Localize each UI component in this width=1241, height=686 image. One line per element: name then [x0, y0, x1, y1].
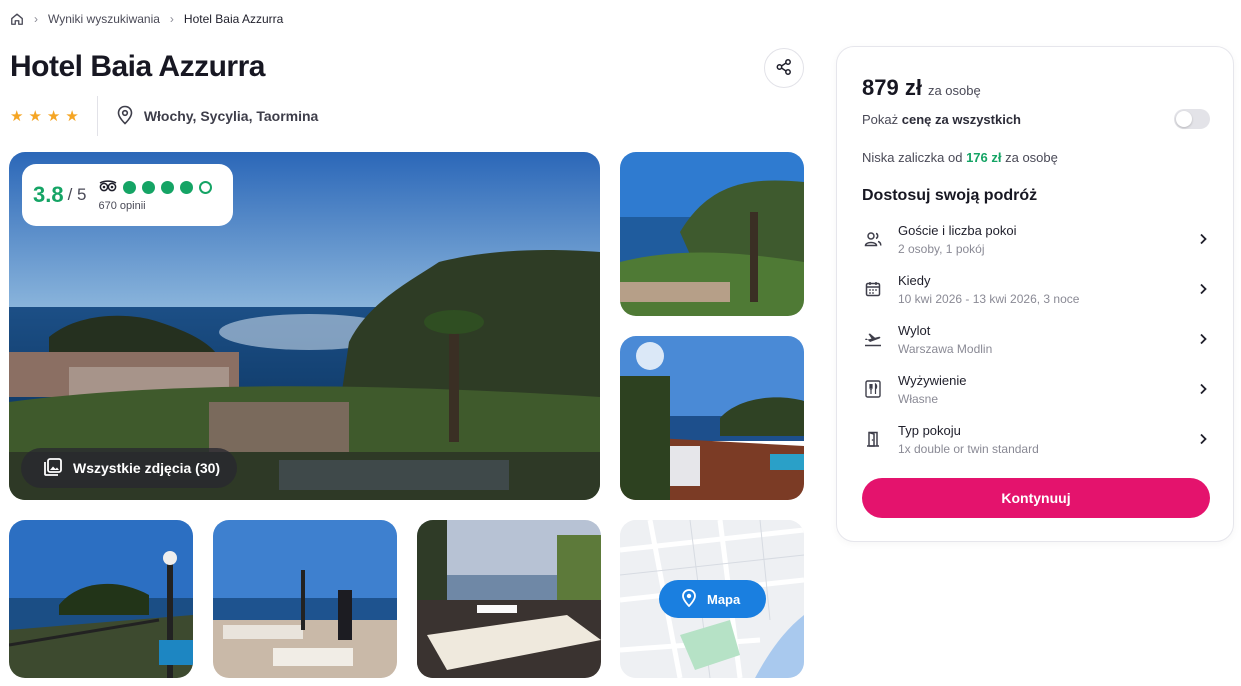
calendar-icon	[862, 281, 884, 297]
option-guests[interactable]: Goście i liczba pokoi 2 osoby, 1 pokój	[862, 219, 1210, 259]
breadcrumb: › Wyniki wyszukiwania › Hotel Baia Azzur…	[10, 10, 283, 28]
map-label: Mapa	[707, 591, 741, 607]
gallery-icon	[43, 457, 63, 480]
chevron-right-icon	[1196, 383, 1210, 395]
hotel-meta: ★ ★ ★ ★ Włochy, Sycylia, Taormina	[10, 96, 318, 136]
star-icon: ★	[28, 107, 42, 125]
option-departure[interactable]: Wylot Warszawa Modlin	[862, 319, 1210, 359]
breadcrumb-current: Hotel Baia Azzurra	[183, 12, 284, 26]
share-icon	[775, 58, 793, 79]
guests-icon	[862, 231, 884, 247]
rating-max: / 5	[67, 185, 87, 204]
rating-score: 3.8	[33, 182, 64, 207]
breadcrumb-search-results[interactable]: Wyniki wyszukiwania	[48, 12, 160, 26]
chevron-right-icon	[1196, 333, 1210, 345]
deposit-info: Niska zaliczka od 176 zł za osobę	[862, 150, 1058, 165]
star-icon: ★	[46, 107, 61, 125]
option-room-type[interactable]: Typ pokoju 1x double or twin standard	[862, 419, 1210, 459]
rating-bubble	[179, 181, 193, 194]
home-icon[interactable]	[10, 12, 24, 26]
gallery-photo-5[interactable]	[213, 520, 397, 678]
page-title: Hotel Baia Azzurra	[10, 50, 265, 83]
cutlery-icon	[862, 380, 884, 398]
gallery-photo-4[interactable]	[9, 520, 193, 678]
reviews-count[interactable]: 670 opinii	[99, 200, 212, 212]
price-unit: za osobę	[927, 83, 981, 98]
gallery-photo-2[interactable]	[620, 152, 804, 316]
chevron-right-icon	[1196, 283, 1210, 295]
star-rating: ★ ★ ★ ★	[10, 96, 98, 136]
door-icon	[862, 431, 884, 447]
location-pin-icon	[116, 105, 134, 128]
total-price-toggle-row: Pokaż cenę za wszystkich	[862, 109, 1210, 129]
price-amount: 879 zł	[862, 75, 922, 100]
map-pin-icon	[681, 588, 697, 610]
chevron-right-icon	[1196, 433, 1210, 445]
location-text: Włochy, Sycylia, Taormina	[143, 108, 319, 124]
star-icon: ★	[65, 107, 79, 125]
hotel-location: Włochy, Sycylia, Taormina	[98, 105, 319, 128]
all-photos-button[interactable]: Wszystkie zdjęcia (30)	[21, 448, 237, 488]
deposit-amount: 176 zł	[966, 150, 1002, 165]
toggle-label: Pokaż cenę za wszystkich	[862, 111, 1021, 127]
total-price-toggle[interactable]	[1174, 109, 1210, 129]
all-photos-label: Wszystkie zdjęcia (30)	[73, 460, 221, 476]
option-meals[interactable]: Wyżywienie Własne	[862, 369, 1210, 409]
plane-icon	[862, 331, 884, 347]
chevron-right-icon: ›	[169, 12, 174, 26]
gallery-photo-6[interactable]	[417, 520, 601, 678]
share-button[interactable]	[764, 48, 804, 88]
rating-bubble	[160, 181, 174, 194]
rating-bubble	[122, 181, 136, 194]
customize-trip-title: Dostosuj swoją podróż	[862, 187, 1038, 204]
option-dates[interactable]: Kiedy 10 kwi 2026 - 13 kwi 2026, 3 noce	[862, 269, 1210, 309]
chevron-right-icon: ›	[34, 12, 38, 26]
map-button[interactable]: Mapa	[659, 580, 766, 618]
rating-bubble	[198, 181, 212, 194]
star-icon: ★	[10, 107, 24, 125]
rating-bubble	[141, 181, 155, 194]
continue-button[interactable]: Kontynuuj	[862, 478, 1210, 518]
tripadvisor-icon	[99, 179, 117, 197]
gallery-photo-3[interactable]	[620, 336, 804, 500]
booking-panel: 879 zł za osobę Pokaż cenę za wszystkich…	[836, 46, 1234, 542]
chevron-right-icon	[1196, 233, 1210, 245]
rating-card: 3.8 / 5 670 opinii	[22, 164, 233, 226]
